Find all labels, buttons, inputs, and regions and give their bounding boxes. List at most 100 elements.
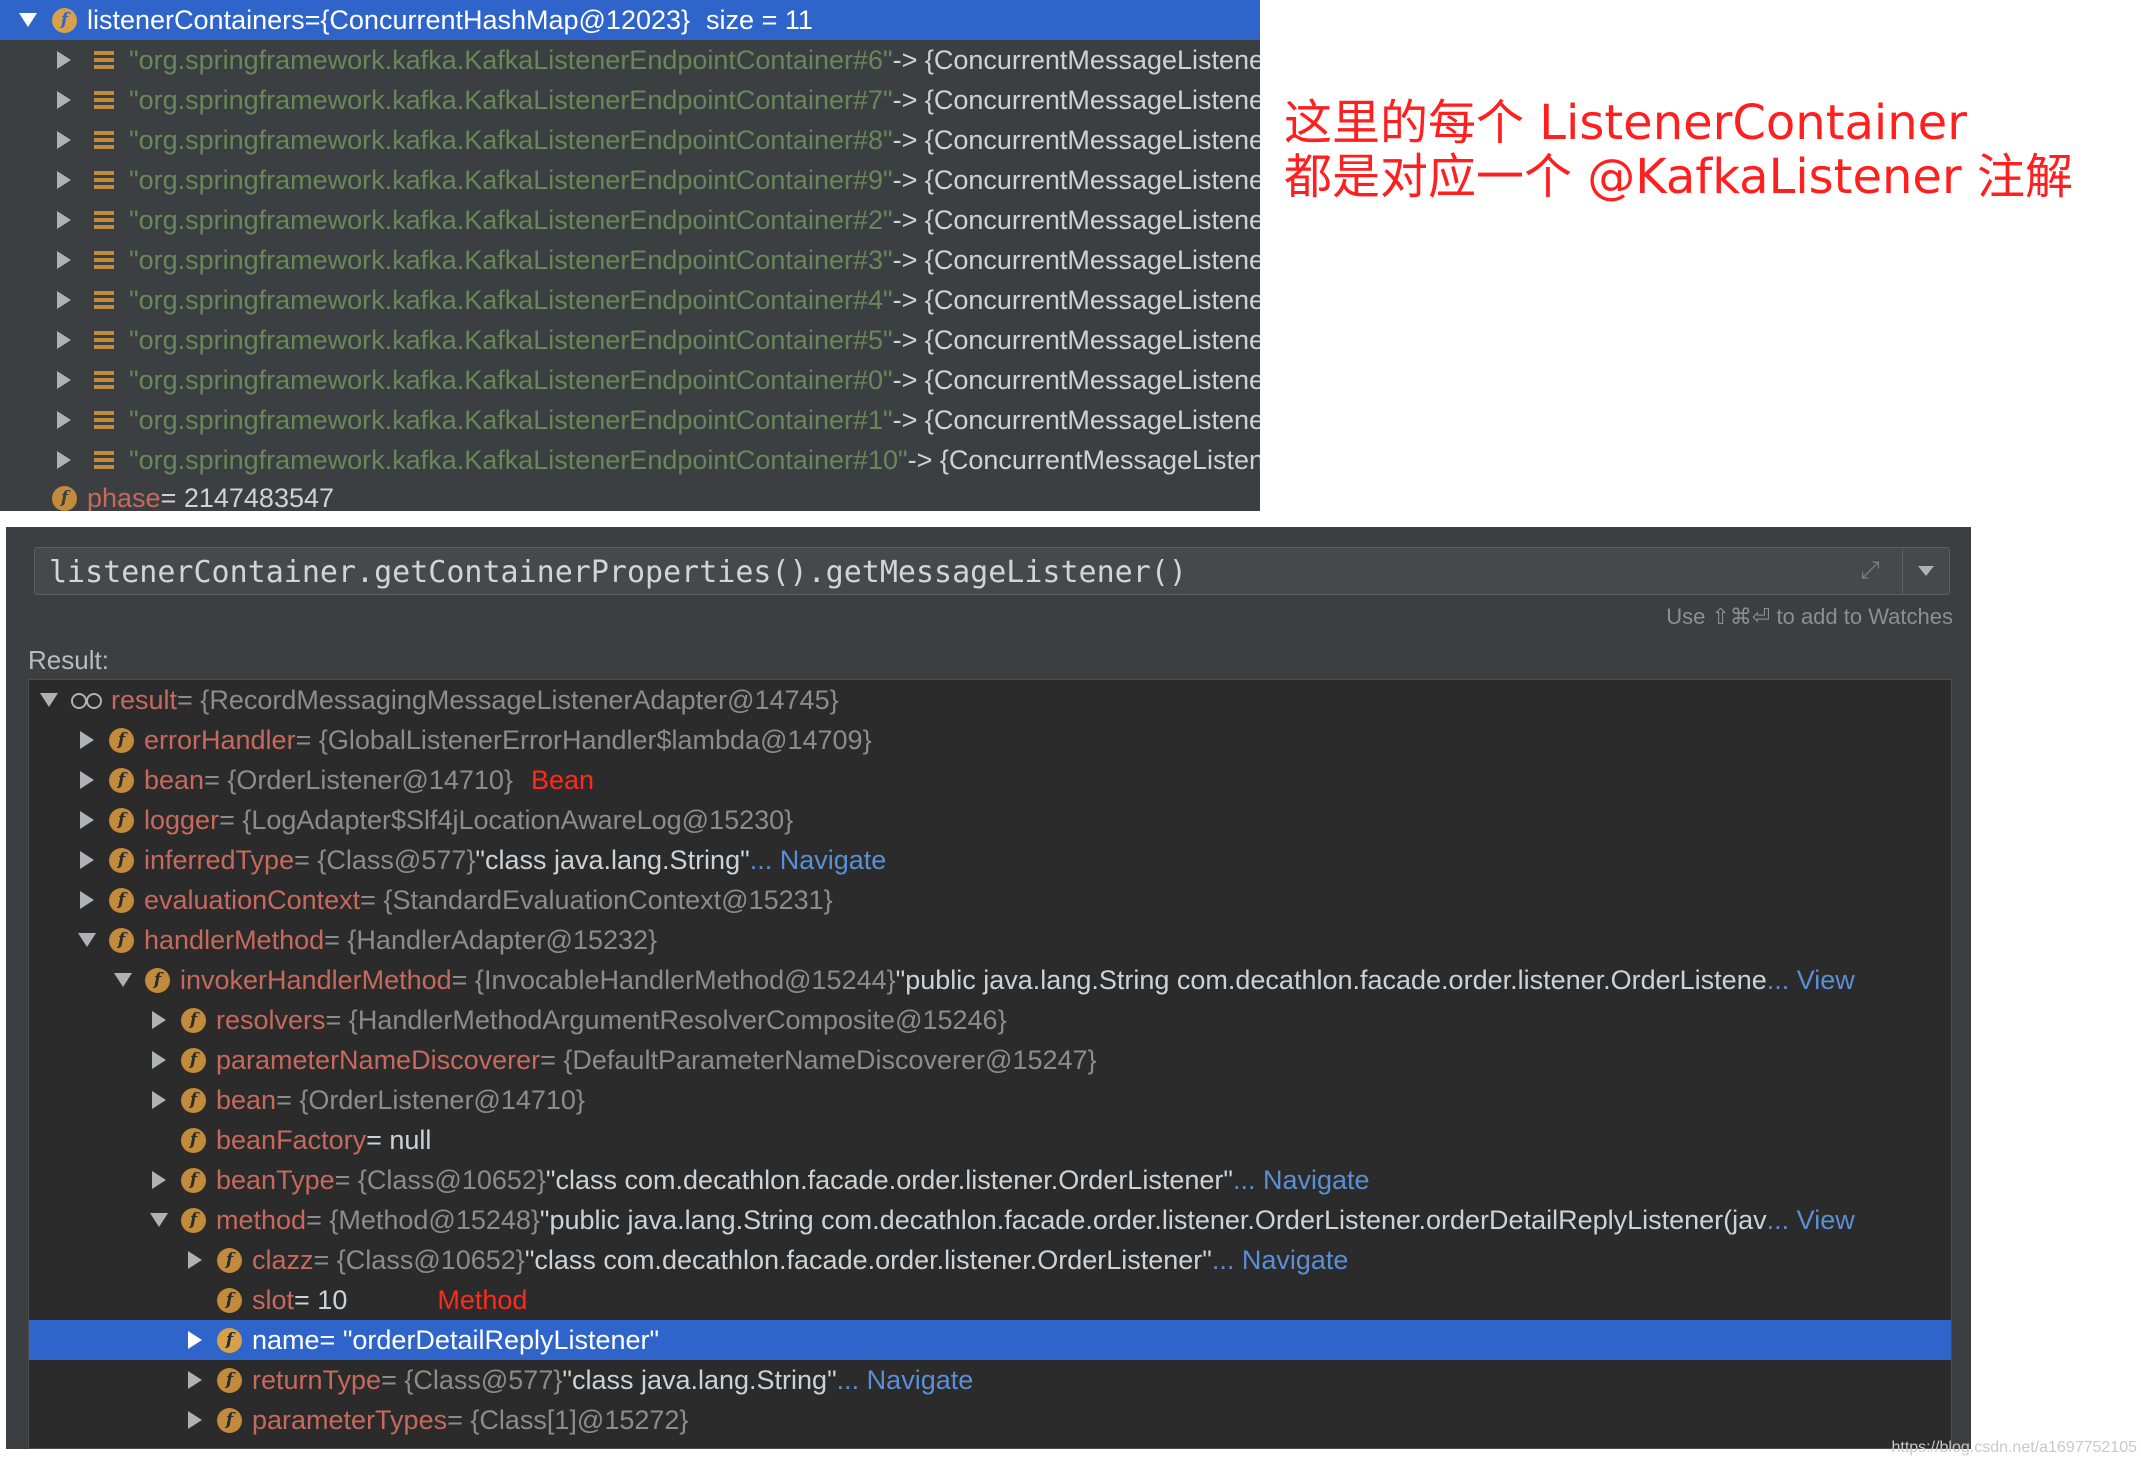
tree-row-returntype[interactable]: f returnType = {Class@577} "class java.l… — [29, 1360, 1951, 1400]
tree-row-bean[interactable]: f bean = {OrderListener@14710} Bean — [29, 760, 1951, 800]
field-icon: f — [181, 1047, 206, 1073]
tree-row-parametertypes[interactable]: f parameterTypes = {Class[1]@15272} — [29, 1400, 1951, 1440]
tree-row-beantype[interactable]: f beanType = {Class@10652} "class com.de… — [29, 1160, 1951, 1200]
map-entry-icon — [94, 130, 114, 150]
tree-row-invokerhandlermethod[interactable]: f invokerHandlerMethod = {InvocableHandl… — [29, 960, 1951, 1000]
field-description: "public java.lang.String com.decathlon.f… — [539, 1204, 1767, 1235]
tree-row-entry[interactable]: "org.springframework.kafka.KafkaListener… — [0, 320, 1260, 360]
navigate-link[interactable]: ... Navigate — [837, 1365, 974, 1396]
tree-row-entry[interactable]: "org.springframework.kafka.KafkaListener… — [0, 160, 1260, 200]
field-description: "public java.lang.String com.decathlon.f… — [895, 964, 1767, 995]
navigate-link[interactable]: ... Navigate — [750, 845, 887, 876]
collapse-arrow-icon[interactable] — [145, 1213, 173, 1227]
tree-row-entry[interactable]: "org.springframework.kafka.KafkaListener… — [0, 200, 1260, 240]
expand-arrow-icon[interactable] — [73, 891, 101, 909]
view-link[interactable]: ... View — [1767, 965, 1855, 996]
tree-row-entry[interactable]: "org.springframework.kafka.KafkaListener… — [0, 440, 1260, 480]
map-entry-icon — [94, 410, 114, 430]
expand-arrow-icon[interactable] — [181, 1331, 209, 1349]
chevron-down-icon — [1918, 566, 1934, 576]
expand-arrow-icon[interactable] — [145, 1011, 173, 1029]
tree-row-phase[interactable]: f phase = 2147483547 — [0, 478, 1260, 511]
expand-arrow-icon[interactable] — [50, 411, 78, 429]
expand-arrow-icon[interactable] — [50, 171, 78, 189]
tree-row-parameternamediscoverer[interactable]: f parameterNameDiscoverer = {DefaultPara… — [29, 1040, 1951, 1080]
expand-arrow-icon[interactable] — [50, 211, 78, 229]
expand-arrow-icon[interactable] — [73, 771, 101, 789]
entry-value: -> {ConcurrentMessageListenerContainer@ — [907, 444, 1260, 475]
collapse-arrow-icon[interactable] — [35, 693, 63, 707]
view-link[interactable]: ... View — [1767, 1205, 1855, 1236]
tree-row-clazz[interactable]: f clazz = {Class@10652} "class com.decat… — [29, 1240, 1951, 1280]
map-entry-icon — [94, 210, 114, 230]
expression-input[interactable]: listenerContainer.getContainerProperties… — [34, 547, 1950, 595]
expression-text[interactable]: listenerContainer.getContainerProperties… — [49, 555, 1187, 590]
collapse-arrow-icon[interactable] — [14, 13, 42, 27]
expand-arrow-icon[interactable] — [181, 1411, 209, 1429]
tree-row-entry[interactable]: "org.springframework.kafka.KafkaListener… — [0, 280, 1260, 320]
tree-row-entry[interactable]: "org.springframework.kafka.KafkaListener… — [0, 240, 1260, 280]
collapse-arrow-icon[interactable] — [73, 933, 101, 947]
tree-row-errorhandler[interactable]: f errorHandler = {GlobalListenerErrorHan… — [29, 720, 1951, 760]
field-value: = {DefaultParameterNameDiscoverer@15247} — [540, 1044, 1097, 1075]
expand-arrow-icon[interactable] — [50, 91, 78, 109]
expand-arrow-icon[interactable] — [73, 731, 101, 749]
field-name: parameterTypes — [252, 1404, 448, 1435]
field-description: "class com.decathlon.facade.order.listen… — [524, 1244, 1212, 1275]
field-icon: f — [181, 1207, 206, 1233]
tree-row-entry[interactable]: "org.springframework.kafka.KafkaListener… — [0, 400, 1260, 440]
field-name: listenerContainers — [87, 4, 305, 35]
expand-arrow-icon[interactable] — [181, 1251, 209, 1269]
tree-row-beanfactory[interactable]: f beanFactory = null — [29, 1120, 1951, 1160]
entry-key: "org.springframework.kafka.KafkaListener… — [129, 164, 893, 195]
equals-sign: = — [304, 4, 321, 35]
expand-arrow-icon[interactable] — [50, 251, 78, 269]
expand-arrow-icon[interactable] — [50, 371, 78, 389]
expand-arrow-icon[interactable] — [50, 451, 78, 469]
expand-arrow-icon[interactable] — [145, 1171, 173, 1189]
collapse-arrow-icon[interactable] — [109, 973, 137, 987]
tree-row-resolvers[interactable]: f resolvers = {HandlerMethodArgumentReso… — [29, 1000, 1951, 1040]
field-value: {ConcurrentHashMap@12023} — [320, 4, 691, 35]
tree-row-inferredtype[interactable]: f inferredType = {Class@577} "class java… — [29, 840, 1951, 880]
expand-editor-icon[interactable]: ⤢ — [1855, 556, 1885, 586]
entry-value: -> {ConcurrentMessageListenerContainer@ — [892, 284, 1260, 315]
expand-arrow-icon[interactable] — [181, 1371, 209, 1389]
tree-row-logger[interactable]: f logger = {LogAdapter$Slf4jLocationAwar… — [29, 800, 1951, 840]
field-name: name — [252, 1324, 320, 1355]
map-entry-icon — [94, 370, 114, 390]
tree-row-handlermethod[interactable]: f handlerMethod = {HandlerAdapter@15232} — [29, 920, 1951, 960]
map-entry-icon — [94, 170, 114, 190]
navigate-link[interactable]: ... Navigate — [1212, 1245, 1349, 1276]
tree-row-evaluationcontext[interactable]: f evaluationContext = {StandardEvaluatio… — [29, 880, 1951, 920]
expand-arrow-icon[interactable] — [50, 51, 78, 69]
field-value: = {StandardEvaluationContext@15231} — [360, 884, 833, 915]
expand-arrow-icon[interactable] — [73, 851, 101, 869]
tree-row-result[interactable]: result = {RecordMessagingMessageListener… — [29, 680, 1951, 720]
map-entry-icon — [94, 290, 114, 310]
field-description: "class java.lang.String" — [475, 844, 750, 875]
tree-row-entry[interactable]: "org.springframework.kafka.KafkaListener… — [0, 40, 1260, 80]
tree-row-listener-containers[interactable]: f listenerContainers = {ConcurrentHashMa… — [0, 0, 1260, 40]
field-value: = {GlobalListenerErrorHandler$lambda@147… — [295, 724, 872, 755]
expand-arrow-icon[interactable] — [50, 331, 78, 349]
field-name: phase — [87, 482, 161, 512]
annotation-line: 都是对应一个 @KafkaListener 注解 — [1284, 149, 2073, 205]
navigate-link[interactable]: ... Navigate — [1233, 1165, 1370, 1196]
expand-arrow-icon[interactable] — [50, 131, 78, 149]
tree-row-name-selected[interactable]: f name = "orderDetailReplyListener" — [29, 1320, 1951, 1360]
history-dropdown-button[interactable] — [1902, 548, 1949, 594]
field-name: logger — [144, 804, 220, 835]
tree-row-slot[interactable]: f slot = 10 Method — [29, 1280, 1951, 1320]
tree-row-entry[interactable]: "org.springframework.kafka.KafkaListener… — [0, 360, 1260, 400]
tree-row-method[interactable]: f method = {Method@15248} "public java.l… — [29, 1200, 1951, 1240]
expand-arrow-icon[interactable] — [145, 1051, 173, 1069]
entry-key: "org.springframework.kafka.KafkaListener… — [129, 284, 893, 315]
tree-row-bean-inner[interactable]: f bean = {OrderListener@14710} — [29, 1080, 1951, 1120]
expand-arrow-icon[interactable] — [145, 1091, 173, 1109]
result-tree: result = {RecordMessagingMessageListener… — [28, 679, 1952, 1449]
tree-row-entry[interactable]: "org.springframework.kafka.KafkaListener… — [0, 80, 1260, 120]
expand-arrow-icon[interactable] — [73, 811, 101, 829]
tree-row-entry[interactable]: "org.springframework.kafka.KafkaListener… — [0, 120, 1260, 160]
expand-arrow-icon[interactable] — [50, 291, 78, 309]
